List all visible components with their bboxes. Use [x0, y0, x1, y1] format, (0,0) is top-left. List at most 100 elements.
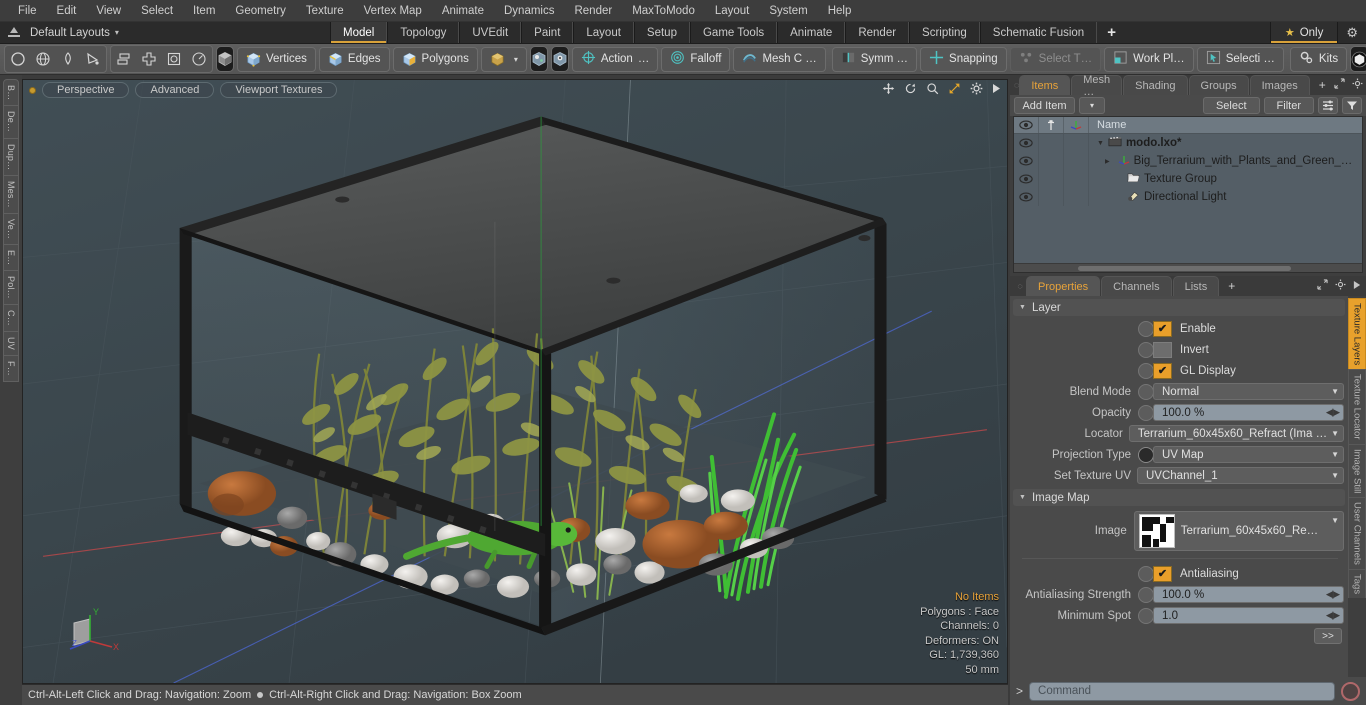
- menu-item-vertex-map[interactable]: Vertex Map: [354, 3, 432, 19]
- invert-knob[interactable]: [1138, 341, 1154, 358]
- menu-item-help[interactable]: Help: [818, 3, 862, 19]
- add-tab-button[interactable]: +: [1097, 22, 1126, 43]
- tab-scripting[interactable]: Scripting: [909, 22, 980, 43]
- tab-properties[interactable]: Properties: [1026, 276, 1101, 296]
- globe-icon[interactable]: [31, 47, 55, 71]
- antialiasing-strength-knob[interactable]: [1138, 586, 1154, 603]
- tab-schematic-fusion[interactable]: Schematic Fusion: [979, 22, 1098, 43]
- minimum-spot-input[interactable]: 1.0 ◀|▶: [1153, 607, 1344, 624]
- row-visibility-eye-icon[interactable]: [1014, 134, 1039, 152]
- tab-channels[interactable]: Channels: [1101, 276, 1172, 296]
- table-row[interactable]: ▼ modo.lxo*: [1014, 134, 1362, 152]
- falloff-button[interactable]: Falloff: [661, 46, 731, 72]
- layout-selector[interactable]: Default Layouts ▾: [0, 22, 330, 43]
- opacity-input[interactable]: 100.0 % ◀|▶: [1153, 404, 1344, 421]
- left-tab-basic[interactable]: B…: [3, 79, 19, 107]
- antialiasing-knob[interactable]: [1138, 565, 1154, 582]
- magnifier-icon[interactable]: [926, 82, 939, 98]
- tab-game-tools[interactable]: Game Tools: [689, 22, 778, 43]
- left-tab-polygon[interactable]: Pol…: [3, 271, 19, 305]
- menu-item-system[interactable]: System: [759, 3, 817, 19]
- perspective-viewport[interactable]: Y X Z Perspective Advanced Viewport Text…: [22, 79, 1008, 684]
- toggle-gl-display[interactable]: ✔ GL Display: [1138, 362, 1344, 379]
- section-layer[interactable]: ▼ Layer: [1013, 299, 1345, 316]
- items-tree-scrollbar[interactable]: [1014, 263, 1362, 272]
- row-lock-cell[interactable]: [1039, 170, 1064, 188]
- tab-lists[interactable]: Lists: [1172, 276, 1220, 296]
- row-visibility-eye-icon[interactable]: [1014, 170, 1039, 188]
- tab-animate[interactable]: Animate: [777, 22, 846, 43]
- section-image-map[interactable]: ▼ Image Map: [1013, 489, 1345, 506]
- spinner-arrows-icon[interactable]: ◀|▶: [1326, 589, 1340, 600]
- action-center-button[interactable]: Action …: [571, 46, 659, 72]
- side-tab-user-channels[interactable]: User Channels: [1348, 497, 1366, 569]
- row-axis-cell[interactable]: [1064, 170, 1089, 188]
- kits-button[interactable]: Kits: [1289, 46, 1348, 72]
- row-lock-cell[interactable]: [1039, 152, 1064, 170]
- tab-setup[interactable]: Setup: [633, 22, 690, 43]
- tab-images[interactable]: Images: [1249, 75, 1310, 95]
- work-plane-button[interactable]: Work Pl…: [1104, 46, 1194, 72]
- move-icon[interactable]: [882, 82, 895, 98]
- blend-mode-control[interactable]: Normal ▼: [1138, 383, 1344, 400]
- menu-item-animate[interactable]: Animate: [432, 3, 494, 19]
- left-tab-edge[interactable]: E…: [3, 244, 19, 272]
- gear-icon[interactable]: [1335, 279, 1346, 293]
- locator-control[interactable]: Terrarium_60x45x60_Refract (Ima … ▼: [1128, 425, 1344, 442]
- table-row[interactable]: Texture Group: [1014, 170, 1362, 188]
- settings-gear-icon[interactable]: ⚙: [1338, 22, 1366, 43]
- clock-icon[interactable]: [187, 47, 211, 71]
- menu-item-texture[interactable]: Texture: [296, 3, 354, 19]
- column-eye-icon[interactable]: [1014, 117, 1039, 133]
- menu-item-edit[interactable]: Edit: [47, 3, 87, 19]
- selection-sets-button[interactable]: Selecti …: [1196, 46, 1284, 72]
- viewport-active-indicator[interactable]: [29, 86, 36, 94]
- shading-mode-a-icon[interactable]: [529, 46, 548, 72]
- element-cube-icon[interactable]: [216, 46, 234, 72]
- antialiasing-strength-input[interactable]: 100.0 % ◀|▶: [1153, 586, 1344, 603]
- antialiasing-checkbox[interactable]: ✔: [1153, 565, 1172, 582]
- enable-checkbox[interactable]: ✔: [1153, 320, 1172, 337]
- expand-icon[interactable]: [1334, 78, 1345, 92]
- left-tab-deform[interactable]: De…: [3, 106, 19, 139]
- expander-open-icon[interactable]: ▼: [1097, 140, 1104, 147]
- snapping-button[interactable]: Snapping: [920, 46, 1007, 72]
- menu-item-geometry[interactable]: Geometry: [225, 3, 296, 19]
- frame-icon[interactable]: [162, 47, 186, 71]
- toggle-antialiasing[interactable]: ✔ Antialiasing: [1138, 565, 1344, 582]
- side-tab-tags[interactable]: Tags: [1348, 569, 1366, 599]
- tab-groups[interactable]: Groups: [1188, 75, 1249, 95]
- circle-icon[interactable]: [6, 47, 30, 71]
- left-tab-fusion[interactable]: F…: [3, 355, 19, 382]
- add-properties-tab-button[interactable]: +: [1220, 276, 1243, 296]
- tab-render[interactable]: Render: [845, 22, 910, 43]
- gl-display-checkbox[interactable]: ✔: [1153, 362, 1172, 379]
- locator-dropdown[interactable]: Terrarium_60x45x60_Refract (Ima … ▼: [1128, 425, 1344, 442]
- side-tab-texture-locator[interactable]: Texture Locator: [1348, 369, 1366, 444]
- row-axis-cell[interactable]: [1064, 152, 1089, 170]
- spinner-arrows-icon[interactable]: ◀|▶: [1326, 407, 1340, 418]
- projection-type-knob[interactable]: [1138, 446, 1154, 463]
- list-icon[interactable]: [1318, 97, 1338, 114]
- menu-item-layout[interactable]: Layout: [705, 3, 760, 19]
- image-thumbnail[interactable]: [1138, 514, 1175, 548]
- funnel-icon[interactable]: [1342, 97, 1362, 114]
- select-through-button[interactable]: Select T…: [1009, 46, 1102, 72]
- blend-mode-dropdown[interactable]: Normal ▼: [1153, 383, 1344, 400]
- center-icon[interactable]: [137, 47, 161, 71]
- gear-icon[interactable]: [970, 82, 983, 98]
- menu-item-maxtomodo[interactable]: MaxToModo: [622, 3, 705, 19]
- toggle-invert[interactable]: Invert: [1138, 341, 1344, 358]
- tree-item-scene[interactable]: ▼ modo.lxo*: [1089, 134, 1362, 152]
- align-icon[interactable]: [112, 47, 136, 71]
- tab-topology[interactable]: Topology: [387, 22, 460, 43]
- spinner-arrows-icon[interactable]: ◀|▶: [1326, 610, 1340, 621]
- panel-handle-icon[interactable]: ◌: [1014, 276, 1026, 296]
- add-item-button[interactable]: Add Item: [1014, 97, 1075, 114]
- tab-paint[interactable]: Paint: [521, 22, 574, 43]
- projection-type-dropdown[interactable]: UV Map ▼: [1153, 446, 1344, 463]
- tree-item-mesh[interactable]: ▶ Big_Terrarium_with_Plants_and_Green_…: [1089, 152, 1362, 170]
- tree-item-texture-group[interactable]: Texture Group: [1089, 170, 1362, 188]
- left-tab-duplicate[interactable]: Dup…: [3, 138, 19, 176]
- substance-icon[interactable]: [1350, 46, 1366, 72]
